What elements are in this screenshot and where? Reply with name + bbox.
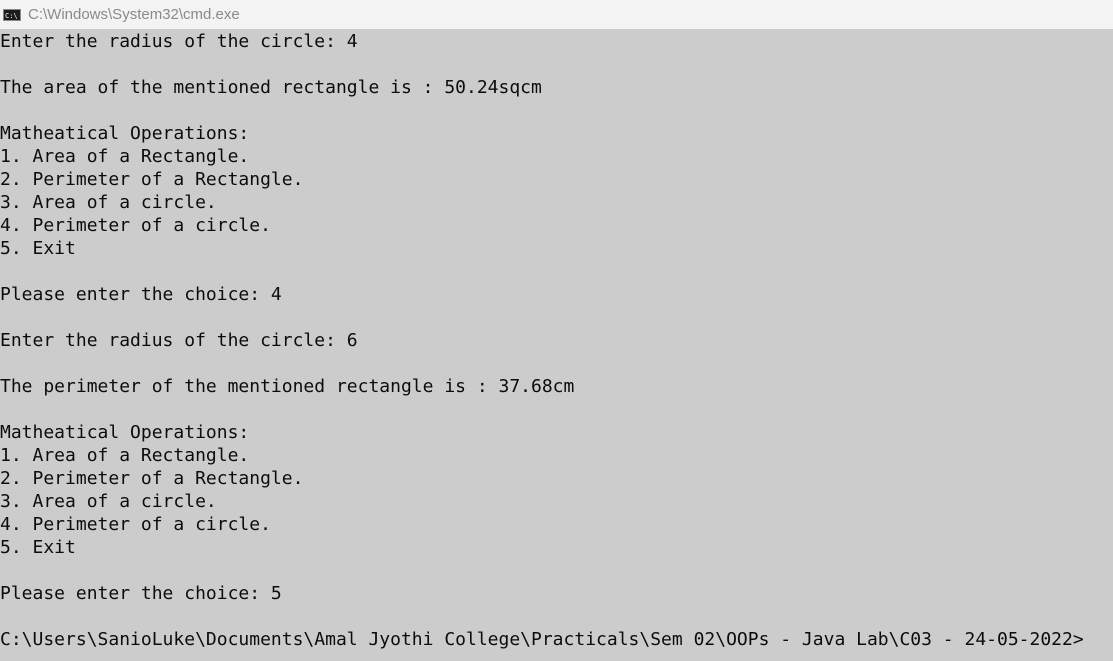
- console-line: 4. Perimeter of a circle.: [0, 215, 271, 236]
- console-line: 1. Area of a Rectangle.: [0, 445, 250, 466]
- cmd-icon: C:\: [3, 8, 21, 21]
- console-line: Enter the radius of the circle: 4: [0, 31, 358, 52]
- console-line: Please enter the choice: 4: [0, 284, 282, 305]
- title-bar[interactable]: C:\ C:\Windows\System32\cmd.exe: [0, 0, 1113, 29]
- console-line: Please enter the choice: 5: [0, 583, 282, 604]
- console-output[interactable]: Enter the radius of the circle: 4 The are…: [0, 30, 1113, 661]
- console-line: 2. Perimeter of a Rectangle.: [0, 468, 304, 489]
- console-line: Enter the radius of the circle: 6: [0, 330, 358, 351]
- console-line: The perimeter of the mentioned rectangle…: [0, 376, 575, 397]
- command-prompt: C:\Users\SanioLuke\Documents\Amal Jyothi…: [0, 629, 1084, 650]
- console-line: 3. Area of a circle.: [0, 192, 217, 213]
- console-line: 5. Exit: [0, 537, 76, 558]
- console-line: 2. Perimeter of a Rectangle.: [0, 169, 304, 190]
- console-line: The area of the mentioned rectangle is :…: [0, 77, 542, 98]
- window-title: C:\Windows\System32\cmd.exe: [28, 6, 240, 23]
- console-line: 4. Perimeter of a circle.: [0, 514, 271, 535]
- console-line: Matheatical Operations:: [0, 422, 250, 443]
- console-line: 3. Area of a circle.: [0, 491, 217, 512]
- console-line: Matheatical Operations:: [0, 123, 250, 144]
- console-line: 1. Area of a Rectangle.: [0, 146, 250, 167]
- console-line: 5. Exit: [0, 238, 76, 259]
